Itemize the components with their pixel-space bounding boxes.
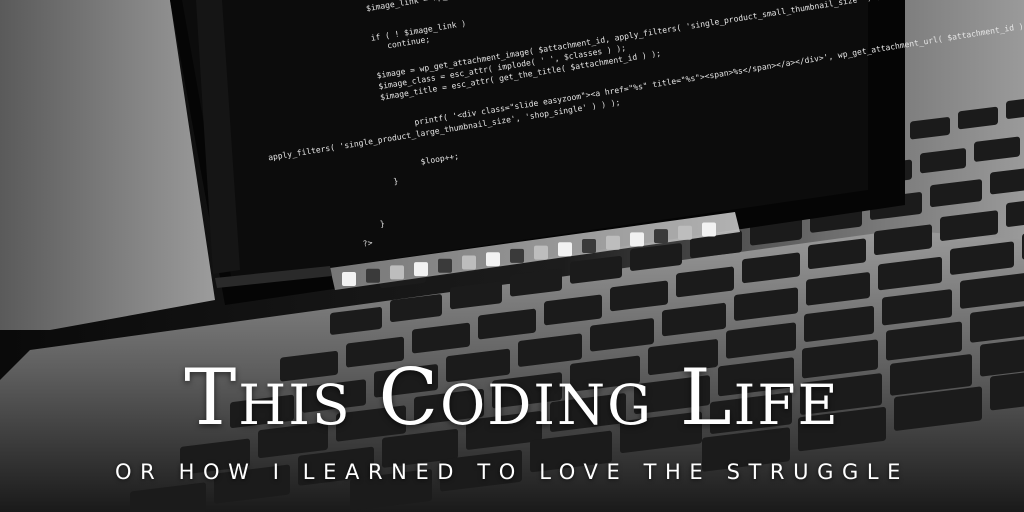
dock-app-icon bbox=[366, 268, 380, 283]
dock-app-icon bbox=[414, 262, 428, 277]
dock-app-icon bbox=[630, 232, 644, 247]
dock-app-icon bbox=[582, 239, 596, 253]
dock-app-icon bbox=[678, 225, 692, 240]
dock-app-icon bbox=[390, 265, 404, 280]
dock-app-icon bbox=[510, 248, 524, 263]
hero-banner: $image_link = wp_get_attachment_url( $at… bbox=[0, 0, 1024, 512]
banner-subtitle: or how I learned to love the struggle bbox=[114, 460, 910, 484]
dock-app-icon bbox=[438, 258, 452, 273]
dock-app-icon bbox=[534, 245, 548, 260]
dock-app-icon bbox=[558, 242, 572, 257]
dock-app-icon bbox=[462, 255, 476, 270]
dock-app-icon bbox=[654, 229, 668, 244]
banner-title: This Coding Life bbox=[184, 353, 840, 443]
dock-app-icon bbox=[486, 252, 500, 267]
dock-app-icon bbox=[342, 272, 356, 286]
code-line: ?> bbox=[362, 238, 373, 248]
dock-app-icon bbox=[702, 222, 716, 237]
dock-app-icon bbox=[606, 235, 620, 250]
